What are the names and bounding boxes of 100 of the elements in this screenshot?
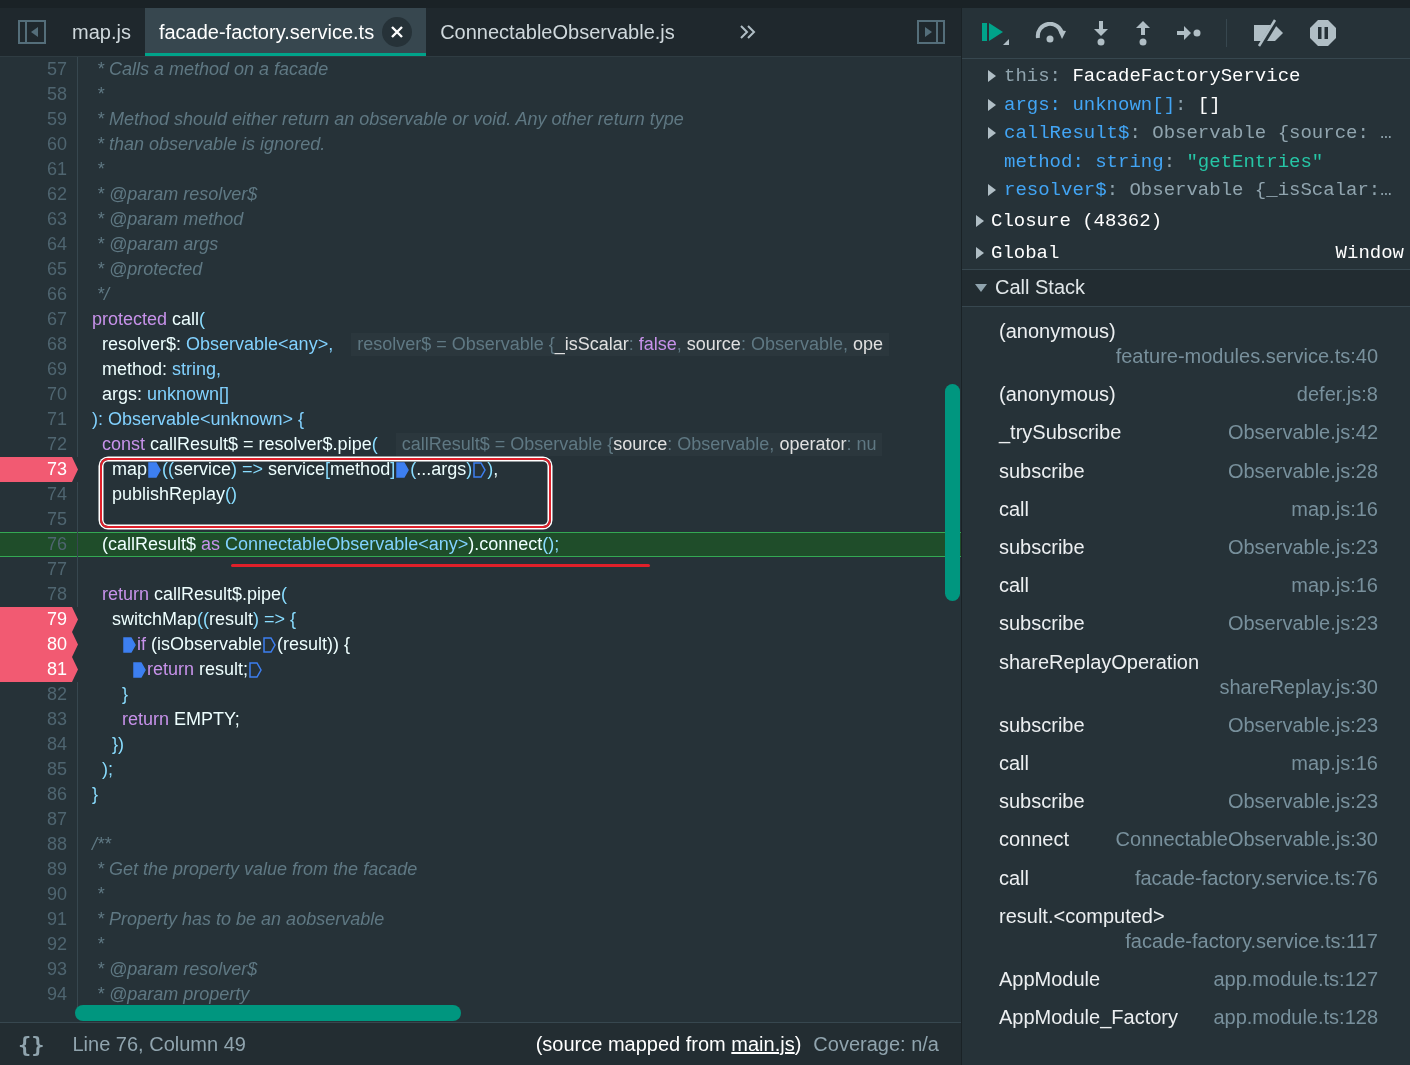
frame-location[interactable]: Observable.js:28 — [1227, 458, 1378, 484]
breakpoint-marker-icon[interactable] — [148, 461, 162, 478]
line-number: 84 — [0, 732, 78, 757]
file-tab[interactable]: map.js — [58, 8, 145, 56]
expand-arrow-icon[interactable] — [975, 213, 985, 228]
line-number: 74 — [0, 482, 78, 507]
frame-location[interactable]: facade-factory.service.ts:76 — [1134, 865, 1378, 891]
breakpoint-marker-icon[interactable] — [133, 661, 147, 678]
frame-name[interactable]: result.<computed> — [999, 903, 1165, 929]
code-text: * Get the property value from the facade — [96, 859, 418, 880]
frame-location[interactable]: map.js:16 — [1291, 496, 1378, 522]
call-stack-header[interactable]: Call Stack — [962, 268, 1410, 307]
frame-location[interactable]: app.module.ts:128 — [1213, 1005, 1378, 1031]
frame-location[interactable]: ConnectableObservable.js:30 — [1115, 827, 1378, 853]
pause-on-exceptions-icon[interactable] — [1309, 19, 1337, 47]
breakpoint-marker-icon[interactable] — [249, 661, 263, 678]
frame-location[interactable]: shareReplay.js:30 — [1219, 674, 1378, 700]
line-number: 69 — [0, 357, 78, 382]
frame-location[interactable]: map.js:16 — [1291, 573, 1378, 599]
line-number: 68 — [0, 332, 78, 357]
code-text: * Property has to be an aobservable — [96, 909, 385, 930]
line-number: 64 — [0, 232, 78, 257]
frame-location[interactable]: Observable.js:42 — [1227, 420, 1378, 446]
frame-location[interactable]: Observable.js:23 — [1227, 535, 1378, 561]
step-over-icon[interactable] — [1034, 22, 1068, 44]
line-number: 70 — [0, 382, 78, 407]
code-text: map — [111, 459, 148, 480]
breakpoint-marker-icon[interactable] — [263, 636, 277, 653]
scope-variable[interactable]: method: string: "getEntries" — [1004, 150, 1324, 173]
expand-arrow-icon[interactable] — [987, 69, 997, 84]
scrollbar-thumb[interactable] — [945, 384, 960, 601]
line-number: 65 — [0, 257, 78, 282]
code-text: * @param property — [96, 984, 250, 1005]
frame-name[interactable]: subscribe — [999, 535, 1085, 561]
code-text: * @protected — [96, 259, 203, 280]
code-text: publishReplay() — [111, 484, 238, 505]
expand-arrow-icon[interactable] — [987, 183, 997, 198]
frame-location[interactable]: defer.js:8 — [1296, 382, 1378, 408]
frame-name[interactable]: call — [999, 573, 1029, 599]
code-text: const callResult$ = resolver$.pipe( — [101, 434, 378, 455]
scope-value: Window — [1335, 241, 1405, 264]
toggle-navigator-icon[interactable] — [18, 20, 46, 44]
frame-location[interactable]: Observable.js:23 — [1227, 789, 1378, 815]
frame-name[interactable]: call — [999, 750, 1029, 776]
step-out-icon[interactable] — [1134, 20, 1152, 46]
pretty-print-button[interactable]: {} — [18, 1031, 45, 1057]
line-number: 85 — [0, 757, 78, 782]
frame-name[interactable]: subscribe — [999, 789, 1085, 815]
toggle-debugger-icon[interactable] — [917, 20, 945, 44]
scope-name[interactable]: Global — [991, 241, 1060, 264]
breakpoint-marker-icon[interactable] — [396, 461, 410, 478]
expand-arrow-icon[interactable] — [975, 245, 985, 260]
scope-variable[interactable]: args: unknown[]: [] — [1004, 93, 1221, 116]
file-tab[interactable]: ConnectableObservable.js — [426, 8, 689, 56]
frame-location[interactable]: map.js:16 — [1291, 750, 1378, 776]
expand-arrow-icon[interactable] — [987, 126, 997, 141]
inline-value: resolver$ = Observable {_isScalar: false, source: Observable, ope — [351, 333, 889, 356]
line-number: 82 — [0, 682, 78, 707]
frame-location[interactable]: app.module.ts:127 — [1213, 966, 1378, 992]
frame-name[interactable]: AppModule_Factory — [999, 1005, 1178, 1031]
breakpoint-marker-icon[interactable] — [123, 636, 136, 653]
frame-name[interactable]: (anonymous) — [999, 382, 1116, 408]
breakpoint-marker-icon[interactable] — [473, 461, 487, 478]
frame-name[interactable]: _trySubscribe — [999, 420, 1122, 446]
collapse-arrow-icon[interactable] — [974, 282, 988, 293]
line-number: 83 — [0, 707, 78, 732]
frame-name[interactable]: call — [999, 496, 1029, 522]
scope-variable[interactable]: this: FacadeFactoryService — [1004, 65, 1301, 88]
expand-arrow-icon[interactable] — [987, 97, 997, 112]
frame-location[interactable]: Observable.js:23 — [1227, 611, 1378, 637]
frame-name[interactable]: subscribe — [999, 712, 1085, 738]
deactivate-breakpoints-icon[interactable] — [1251, 19, 1285, 47]
frame-name[interactable]: shareReplayOperation — [999, 649, 1200, 675]
scope-variable[interactable]: callResult$: Observable {source: … — [1004, 122, 1392, 145]
cursor-position: Line 76, Column 49 — [72, 1032, 246, 1056]
close-icon[interactable] — [382, 17, 413, 47]
frame-name[interactable]: subscribe — [999, 611, 1085, 637]
step-icon[interactable] — [1176, 25, 1202, 41]
line-number: 87 — [0, 807, 78, 832]
code-text: * @param resolver$ — [96, 184, 258, 205]
resume-icon[interactable] — [980, 20, 1010, 46]
code-text: } — [121, 684, 129, 705]
line-number: 92 — [0, 932, 78, 957]
step-into-icon[interactable] — [1092, 20, 1110, 46]
scrollbar-thumb[interactable] — [75, 1005, 461, 1021]
source-link[interactable]: main.js — [731, 1032, 795, 1055]
frame-name[interactable]: call — [999, 865, 1029, 891]
frame-location[interactable]: Observable.js:23 — [1227, 712, 1378, 738]
code-text: * Method should either return an observable or void. Any other return type — [96, 109, 684, 130]
frame-name[interactable]: AppModule — [999, 966, 1101, 992]
frame-location[interactable]: facade-factory.service.ts:117 — [1125, 928, 1378, 954]
frame-name[interactable]: subscribe — [999, 458, 1085, 484]
frame-location[interactable]: feature-modules.service.ts:40 — [1115, 344, 1378, 370]
scope-variable[interactable]: resolver$: Observable {_isScalar:… — [1004, 179, 1392, 202]
scope-name[interactable]: Closure (48362) — [991, 209, 1163, 232]
code-text: ); — [101, 759, 113, 780]
more-tabs-icon[interactable] — [738, 24, 757, 40]
frame-name[interactable]: connect — [999, 827, 1070, 853]
frame-name[interactable]: (anonymous) — [999, 319, 1116, 345]
file-tab[interactable]: facade-factory.service.ts — [144, 8, 427, 56]
